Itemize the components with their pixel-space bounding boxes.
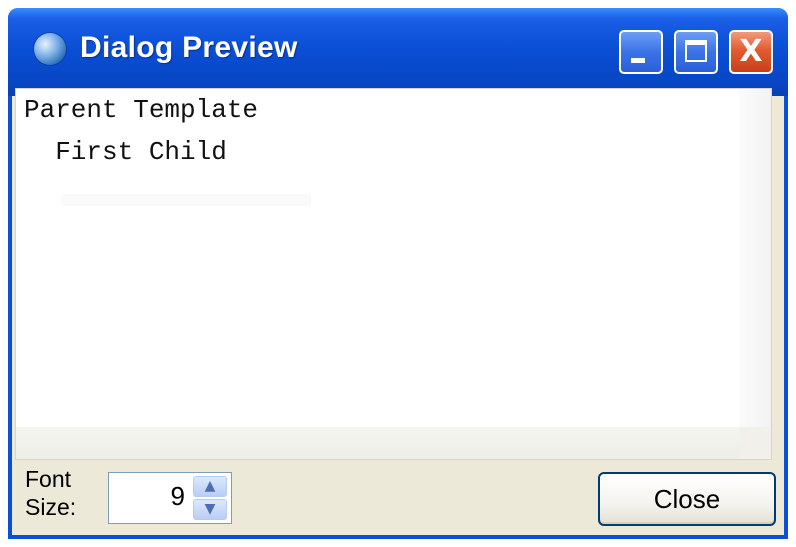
window-title: Dialog Preview [80, 31, 298, 64]
scrollbar-corner [739, 427, 771, 459]
increment-button[interactable]: ▲ [193, 476, 227, 497]
decrement-button[interactable]: ▼ [193, 499, 227, 520]
stepper-buttons: ▲ ▼ [193, 476, 227, 520]
close-window-button[interactable]: X [729, 30, 773, 74]
close-icon: X [739, 34, 763, 69]
text-line-parent: Parent Template [24, 95, 259, 125]
title-bar[interactable]: Dialog Preview X [8, 8, 788, 96]
faded-text-line [61, 194, 311, 206]
chevron-down-icon: ▼ [204, 501, 216, 517]
horizontal-scrollbar[interactable] [16, 427, 739, 459]
text-line-child: First Child [24, 137, 227, 167]
preview-text-area[interactable]: Parent Template First Child [15, 88, 772, 460]
vertical-scrollbar[interactable] [739, 89, 771, 429]
font-size-label-line1: Font [25, 466, 72, 492]
minimize-button[interactable] [619, 30, 663, 74]
font-size-stepper[interactable]: 9 ▲ ▼ [108, 472, 232, 524]
minimize-icon [631, 58, 645, 63]
font-size-label: Font Size: [25, 465, 76, 521]
font-size-value[interactable]: 9 [119, 481, 185, 512]
chevron-up-icon: ▲ [204, 478, 216, 494]
font-size-label-line2: Size: [25, 494, 77, 520]
app-icon[interactable] [34, 33, 66, 65]
close-button[interactable]: Close [598, 472, 776, 526]
maximize-icon [685, 40, 707, 62]
maximize-button[interactable] [674, 30, 718, 74]
